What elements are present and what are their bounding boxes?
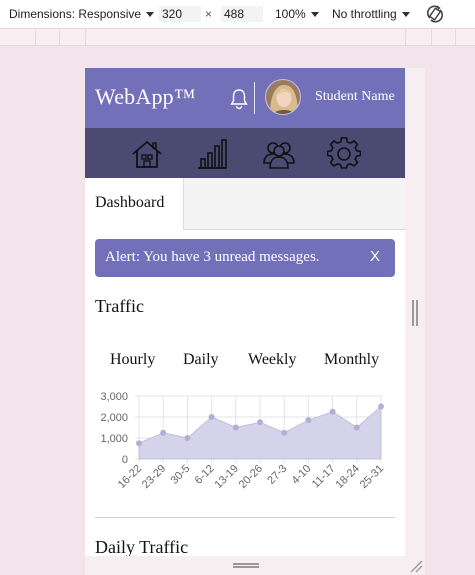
data-point bbox=[257, 419, 263, 426]
daily-traffic-title: Daily Traffic bbox=[95, 537, 189, 556]
x-tick-label: 20-26 bbox=[237, 463, 265, 491]
ruler-mark bbox=[59, 29, 60, 46]
tab-dashboard[interactable]: Dashboard bbox=[85, 178, 184, 230]
data-point bbox=[305, 417, 312, 424]
throttling-label: No throttling bbox=[332, 7, 397, 21]
icon-nav bbox=[85, 128, 405, 178]
tab-bar: Dashboard bbox=[85, 178, 405, 230]
ruler-mark bbox=[455, 29, 456, 46]
data-point bbox=[208, 414, 215, 420]
data-point bbox=[378, 403, 384, 410]
data-point bbox=[329, 408, 336, 415]
range-tab-monthly[interactable]: Monthly bbox=[324, 351, 379, 369]
avatar[interactable] bbox=[265, 79, 301, 115]
y-tick-label: 3,000 bbox=[100, 391, 128, 403]
alert-text: Alert: You have 3 unread messages. bbox=[105, 249, 320, 265]
x-tick-label: 11-17 bbox=[310, 463, 338, 491]
ruler-mark bbox=[405, 29, 406, 46]
height-input[interactable] bbox=[220, 5, 264, 23]
ruler-mark bbox=[431, 29, 432, 46]
alert-close-button[interactable]: X bbox=[370, 248, 380, 265]
x-tick-label: 16-22 bbox=[116, 463, 144, 491]
data-point bbox=[232, 424, 239, 431]
chevron-down-icon bbox=[310, 11, 319, 17]
gear-icon[interactable] bbox=[327, 137, 361, 171]
bar-chart-icon[interactable] bbox=[195, 137, 229, 171]
resize-handle-bottom[interactable] bbox=[233, 563, 259, 568]
device-viewport: WebApp™ Student Name Dashboard Alert: Yo… bbox=[85, 68, 405, 556]
devtools-toolbar: Dimensions: Responsive × 100% No throttl… bbox=[0, 0, 475, 29]
resize-handle-right[interactable] bbox=[412, 300, 418, 326]
home-icon[interactable] bbox=[130, 137, 164, 171]
x-tick-label: 18-24 bbox=[334, 463, 362, 491]
traffic-title: Traffic bbox=[95, 296, 144, 316]
zoom-dropdown[interactable]: 100% bbox=[275, 7, 319, 21]
data-point bbox=[281, 429, 288, 436]
zoom-label: 100% bbox=[275, 7, 306, 21]
header-divider bbox=[254, 82, 255, 114]
resize-handle-corner[interactable] bbox=[409, 559, 423, 573]
chevron-down-icon bbox=[401, 11, 410, 17]
data-point bbox=[160, 429, 167, 436]
chevron-down-icon bbox=[146, 11, 155, 17]
data-point bbox=[136, 440, 142, 447]
y-tick-label: 1,000 bbox=[100, 433, 128, 445]
data-point bbox=[184, 435, 191, 441]
bell-icon[interactable] bbox=[229, 88, 249, 110]
dimensions-label: Dimensions: Responsive bbox=[9, 7, 142, 21]
avatar-image bbox=[266, 80, 300, 114]
x-tick-label: 25-31 bbox=[358, 463, 386, 491]
dimension-separator: × bbox=[205, 7, 213, 21]
data-point bbox=[353, 424, 360, 431]
dimensions-dropdown[interactable]: Dimensions: Responsive bbox=[9, 7, 155, 21]
traffic-range-tabs: Hourly Daily Weekly Monthly bbox=[85, 351, 405, 373]
users-icon[interactable] bbox=[262, 137, 296, 171]
x-tick-label: 13-19 bbox=[213, 463, 241, 491]
rotate-icon[interactable] bbox=[425, 4, 445, 24]
section-divider bbox=[95, 517, 395, 518]
x-tick-label: 23-29 bbox=[140, 463, 168, 491]
traffic-chart: 01,0002,0003,00016-2223-29 30-5 6-1213-192… bbox=[100, 391, 386, 491]
user-name[interactable]: Student Name bbox=[315, 89, 395, 105]
range-tab-daily[interactable]: Daily bbox=[183, 351, 219, 369]
range-tab-hourly[interactable]: Hourly bbox=[110, 351, 155, 369]
y-tick-label: 2,000 bbox=[100, 412, 128, 424]
throttling-dropdown[interactable]: No throttling bbox=[332, 7, 410, 21]
alert-banner: Alert: You have 3 unread messages. X bbox=[95, 239, 395, 277]
range-tab-weekly[interactable]: Weekly bbox=[248, 351, 296, 369]
x-tick-label: 27-3 bbox=[265, 463, 289, 487]
ruler-mark bbox=[35, 29, 36, 46]
app-header: WebApp™ Student Name bbox=[85, 68, 405, 128]
x-tick-label: 30-5 bbox=[168, 463, 192, 487]
y-tick-label: 0 bbox=[122, 454, 128, 466]
brand-logo[interactable]: WebApp™ bbox=[95, 84, 196, 110]
ruler-mark bbox=[85, 29, 86, 46]
media-query-ruler[interactable] bbox=[0, 29, 475, 46]
width-input[interactable] bbox=[158, 5, 202, 23]
